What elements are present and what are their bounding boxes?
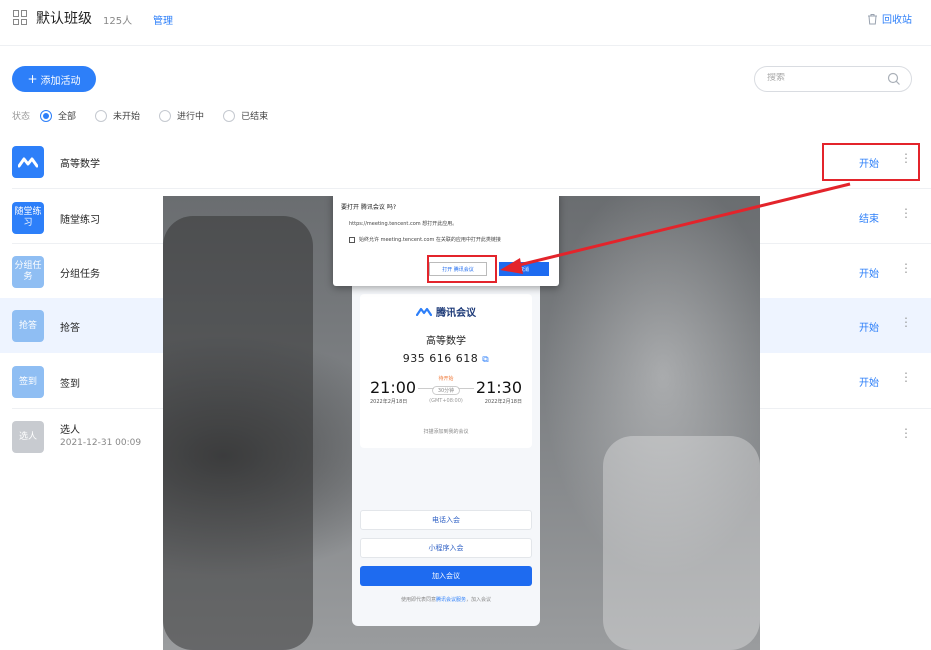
annotation-arrow [500, 182, 851, 274]
